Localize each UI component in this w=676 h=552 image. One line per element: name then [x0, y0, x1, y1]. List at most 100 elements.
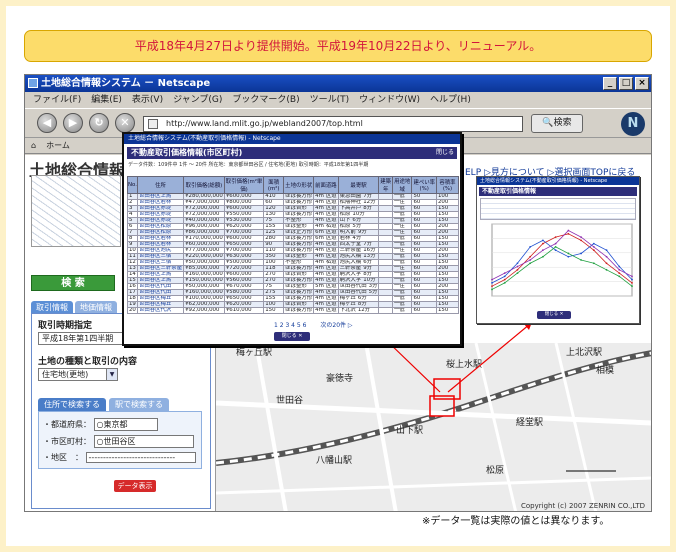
table-cell[interactable]: 世田谷区代沢 — [136, 307, 185, 314]
table-cell: 6m 区道 — [313, 229, 339, 236]
data-point — [491, 278, 493, 281]
cell-text: 4m — [315, 307, 324, 313]
cell-text: 7分 — [363, 241, 373, 247]
table-cell: 世田谷代田 5分 — [337, 289, 380, 296]
table-cell: 150 — [263, 307, 285, 314]
pager-numbers[interactable]: 1 2 3 4 5 6 — [274, 322, 306, 329]
cell-text: 4m — [315, 259, 324, 265]
cell-text: 駒沢大学 — [339, 271, 362, 277]
cell-text: 18 — [129, 295, 136, 301]
cell-text: 270 — [265, 277, 276, 283]
table-cell: ほぼ長方形 — [283, 247, 315, 254]
data-point — [542, 239, 544, 242]
popup2-close-button[interactable]: 閉じる ✕ — [537, 311, 571, 319]
data-point — [567, 232, 570, 235]
data-point — [567, 229, 570, 232]
cell-text: ほぼ台形 — [285, 205, 307, 211]
cell-text: ¥72,000,000 — [185, 205, 220, 211]
cell-text: ¥220,000,000 — [185, 253, 223, 259]
column-header: 建築年 — [378, 176, 393, 194]
cell-text: ¥40,000,000 — [185, 217, 220, 223]
cell-text: ¥650,000 — [225, 241, 252, 247]
cell-text: ¥85,000,000 — [185, 265, 220, 271]
cell-text: 一住 — [393, 199, 405, 205]
data-point — [580, 236, 582, 238]
table-cell: ¥85,000,000 — [183, 265, 225, 272]
cell-text: 20 — [129, 307, 136, 313]
cell-text: ¥62,000,000 — [185, 301, 220, 307]
popup1-close-link[interactable]: 閉じる — [436, 147, 457, 159]
cell-text: ¥620,000 — [225, 301, 252, 307]
cell-text: 200 — [437, 199, 449, 205]
cell-text: ほぼ整形 — [285, 283, 307, 289]
cell-text: ¥600,000 — [225, 193, 252, 199]
popup1-close-button[interactable]: 閉じる ✕ — [274, 332, 310, 341]
table-cell[interactable]: 世田谷区三軒茶屋 — [136, 265, 185, 272]
cell-text: 若林 — [339, 235, 351, 241]
cell-text: 10 — [129, 247, 136, 253]
cell-text: 8分 — [357, 301, 367, 307]
cell-text: ¥550,000 — [225, 211, 252, 217]
cell-text: 世田谷区上馬 — [138, 277, 172, 283]
table-cell: 4m 区道 — [313, 253, 339, 260]
cell-text: 75 — [265, 283, 273, 289]
data-point — [605, 262, 608, 265]
table-cell: 池尻大橋 13分 — [337, 253, 380, 260]
table-cell: ¥160,000,000 — [183, 289, 225, 296]
next-page-link[interactable]: 次の20件 ▷ — [320, 322, 352, 329]
cell-text: ほぼ長方形 — [285, 277, 313, 283]
cell-text: 4m — [315, 277, 324, 283]
data-point — [491, 282, 493, 284]
data-point — [618, 268, 621, 271]
table-cell: ¥150,000,000 — [183, 277, 225, 284]
data-point — [554, 246, 557, 248]
cell-text: 梅ヶ丘 — [339, 301, 356, 307]
cell-text: ¥630,000 — [225, 253, 252, 259]
cell-text: 200 — [437, 265, 449, 271]
data-point — [567, 252, 570, 255]
cell-text: 200 — [437, 247, 449, 253]
cell-text: 16分 — [363, 247, 376, 253]
data-point — [516, 262, 519, 265]
cell-text: ¥100,000,000 — [185, 295, 223, 301]
data-point — [529, 262, 532, 265]
data-point — [605, 255, 608, 258]
cell-text: ¥670,000 — [225, 283, 252, 289]
cell-text: 4m — [315, 253, 324, 259]
cell-text: 一住 — [393, 247, 405, 253]
cell-text: 150 — [265, 307, 276, 313]
data-point — [503, 275, 506, 278]
table-cell: 下北沢 12分 — [337, 307, 380, 314]
cell-text: 松陰神社 — [339, 199, 362, 205]
cell-text: ¥530,000 — [225, 217, 252, 223]
data-point — [618, 265, 621, 268]
cell-text: ¥96,000,000 — [185, 223, 220, 229]
cell-text: 60 — [413, 211, 421, 217]
cell-text: 世田谷区池尻 — [138, 247, 172, 253]
data-point — [542, 249, 544, 252]
cell-text: 世田谷代田 — [339, 289, 367, 295]
cell-text: 一低 — [393, 271, 405, 277]
cell-text: 世田谷区赤堤 — [138, 211, 172, 217]
cell-text: 世田谷区代田 — [138, 283, 172, 289]
cell-text: 世田谷区三宿 — [138, 259, 172, 265]
cell-text: 4m — [315, 217, 324, 223]
cell-text: ほぼ長方形 — [285, 211, 313, 217]
table-cell — [378, 307, 393, 314]
cell-text: 60 — [413, 241, 421, 247]
cell-text: 200 — [437, 283, 449, 289]
data-point — [605, 268, 608, 271]
cell-text: 世田谷区若林 — [138, 199, 172, 205]
cell-text: 一住 — [393, 283, 405, 289]
column-header: 取引価格(m²単価) — [223, 176, 265, 194]
cell-text: 一低 — [393, 241, 405, 247]
table-cell: ほぼ長方形 — [283, 235, 315, 242]
table-cell: 4m 区道 — [313, 199, 339, 206]
cell-text: 270 — [265, 271, 276, 277]
table-row[interactable]: 20 世田谷区代沢 ¥92,000,000 ¥610,000 150 ほぼ長方形 4m 区道下… — [127, 307, 460, 314]
cell-text: 松原 — [339, 211, 351, 217]
data-point — [542, 255, 544, 258]
cell-text: 8分 — [363, 271, 373, 277]
cell-text: 一低 — [393, 295, 405, 301]
pager[interactable]: 1 2 3 4 5 6 次の20件 ▷ — [274, 320, 353, 329]
